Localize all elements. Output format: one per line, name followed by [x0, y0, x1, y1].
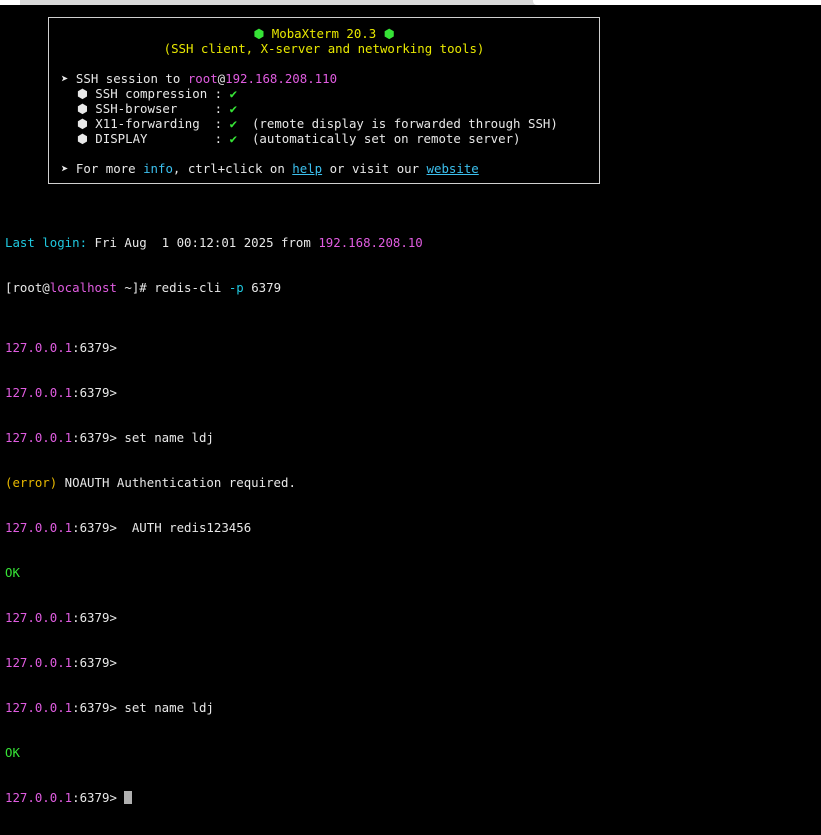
redis-prompt-line: 127.0.0.1:6379>	[5, 340, 125, 355]
error-line: (error) NOAUTH Authentication required.	[5, 475, 296, 490]
feature-bullet-icon: ⬢	[77, 116, 88, 131]
banner-subtitle: (SSH client, X-server and networking too…	[163, 41, 485, 56]
feature-bullet-icon: ⬢	[77, 101, 88, 116]
ok-response: OK	[5, 745, 20, 760]
redis-prompt-line: 127.0.0.1:6379>	[5, 385, 125, 400]
redis-prompt-line: 127.0.0.1:6379> set name ldj	[5, 430, 214, 445]
banner-title: ⬢ MobaXterm 20.3 ⬢	[253, 26, 395, 41]
welcome-banner: ⬢ MobaXterm 20.3 ⬢ (SSH client, X-server…	[48, 17, 600, 184]
ssh-session-line: ➤ SSH session to root@192.168.208.110	[61, 71, 338, 86]
help-link[interactable]: help	[292, 161, 322, 176]
check-icon: ✔	[229, 131, 238, 146]
terminal-screen[interactable]: ⬢ MobaXterm 20.3 ⬢ (SSH client, X-server…	[0, 5, 821, 805]
redis-prompt-line: 127.0.0.1:6379> set name ldj	[5, 700, 214, 715]
active-prompt-line[interactable]: 127.0.0.1:6379>	[5, 790, 423, 805]
check-icon: ✔	[229, 86, 238, 101]
feature-display: ⬢ DISPLAY : ✔ (automatically set on remo…	[77, 131, 521, 146]
mobaxterm-logo-icon: ⬢	[383, 26, 395, 41]
feature-ssh-compression: ⬢ SSH compression : ✔	[77, 86, 238, 101]
info-link[interactable]: info	[143, 161, 173, 176]
feature-x11-forwarding: ⬢ X11-forwarding : ✔ (remote display is …	[77, 116, 558, 131]
feature-bullet-icon: ⬢	[77, 86, 88, 101]
shell-command-line: [root@localhost ~]# redis-cli -p 6379	[5, 280, 282, 295]
feature-ssh-browser: ⬢ SSH-browser : ✔	[77, 101, 238, 116]
redis-prompt-line: 127.0.0.1:6379>	[5, 655, 125, 670]
website-link[interactable]: website	[427, 161, 479, 176]
ok-response: OK	[5, 565, 20, 580]
check-icon: ✔	[229, 116, 238, 131]
mobaxterm-logo-icon: ⬢	[253, 26, 265, 41]
feature-bullet-icon: ⬢	[77, 131, 88, 146]
redis-prompt-line: 127.0.0.1:6379>	[5, 610, 125, 625]
check-icon: ✔	[229, 101, 238, 116]
redis-prompt-line: 127.0.0.1:6379> AUTH redis123456	[5, 520, 252, 535]
terminal-output: Last login: Fri Aug 1 00:12:01 2025 from…	[5, 205, 423, 835]
text-cursor	[124, 791, 133, 804]
more-info-line: ➤ For more info, ctrl+click on help or v…	[61, 161, 479, 176]
last-login-line: Last login: Fri Aug 1 00:12:01 2025 from…	[5, 235, 423, 250]
